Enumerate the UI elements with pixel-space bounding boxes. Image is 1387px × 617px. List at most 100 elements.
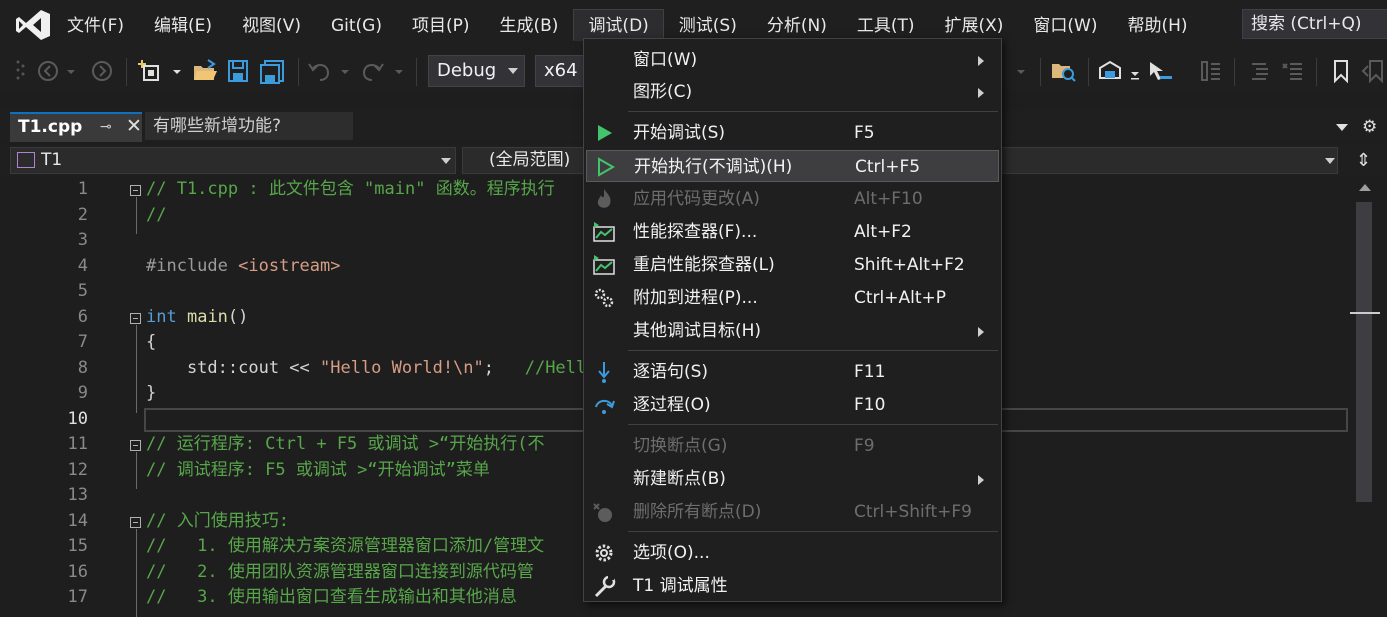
line-number: 6 [77, 306, 88, 327]
menu-item-shortcut: Ctrl+F5 [855, 157, 921, 177]
debug-menu-item: 应用代码更改(A) Alt+F10 [584, 183, 1001, 215]
uncomment-lines-icon[interactable] [1280, 58, 1306, 84]
tab-t1-cpp[interactable]: T1.cpp ⊸ ✕ [10, 112, 142, 142]
menu-item-label: 选项(O)... [633, 543, 710, 563]
debug-menu-item[interactable]: T1 调试属性 [584, 570, 1001, 602]
menu-item-3[interactable]: Git(G) [316, 9, 397, 41]
open-folder-icon[interactable] [192, 58, 218, 84]
menu-item-1[interactable]: 编辑(E) [139, 9, 227, 41]
fold-toggle-icon[interactable] [130, 516, 141, 528]
fold-guide [136, 197, 137, 234]
menu-item-label: T1 调试属性 [633, 576, 728, 596]
profiler-icon [592, 216, 616, 248]
redo-icon[interactable] [360, 58, 386, 84]
tab-whats-new[interactable]: 有哪些新增功能? [145, 112, 353, 140]
chevron-right-icon [978, 475, 984, 485]
undo-icon[interactable] [306, 58, 332, 84]
fold-guide [136, 324, 137, 413]
configuration-combo[interactable]: Debug [428, 55, 525, 87]
window-layout-icon[interactable] [1096, 58, 1124, 84]
code-text: // 3. 使用输出窗口查看生成输出和其他消息 [146, 587, 517, 607]
back-dropdown-icon[interactable] [64, 58, 78, 84]
menu-item-shortcut: F5 [854, 123, 875, 143]
search-box[interactable]: 搜索 (Ctrl+Q) [1242, 9, 1387, 39]
menu-item-label: 性能探查器(F)... [633, 222, 758, 242]
menu-item-label: 逐语句(S) [633, 362, 709, 382]
line-number: 4 [77, 255, 88, 276]
save-icon[interactable] [226, 58, 250, 84]
menu-item-4[interactable]: 项目(P) [397, 9, 485, 41]
gears-icon [592, 282, 616, 314]
bookmark-prev-icon[interactable] [1360, 58, 1387, 84]
editor-margin [10, 176, 38, 610]
list-icon[interactable] [1198, 58, 1224, 84]
wrench-icon [592, 570, 616, 602]
scrollbar-thumb[interactable] [1356, 202, 1372, 502]
select-element-icon[interactable] [1146, 58, 1174, 84]
debug-menu-item[interactable]: 其他调试目标(H) [584, 315, 1001, 347]
debug-menu-item[interactable]: 逐过程(O) F10 [584, 389, 1001, 421]
debug-menu-item[interactable]: 开始执行(不调试)(H) Ctrl+F5 [586, 150, 999, 182]
tab-list-dropdown-icon[interactable] [1336, 124, 1348, 131]
new-project-icon[interactable] [138, 58, 166, 84]
close-icon[interactable]: ✕ [126, 113, 142, 139]
step-over-icon [592, 389, 616, 421]
menu-item-2[interactable]: 视图(V) [227, 9, 316, 41]
menu-item-9[interactable]: 工具(T) [842, 9, 930, 41]
visual-studio-logo-icon [16, 10, 50, 40]
line-number: 15 [67, 536, 88, 556]
code-text: int main() [146, 306, 249, 327]
menu-item-5[interactable]: 生成(B) [485, 9, 574, 41]
menu-item-6[interactable]: 调试(D) [573, 9, 664, 41]
debug-menu-item[interactable]: 逐语句(S) F11 [584, 356, 1001, 388]
new-project-dropdown-icon[interactable] [170, 58, 184, 84]
toolbar-dropdown-icon[interactable] [1014, 58, 1028, 84]
redo-dropdown-icon[interactable] [392, 58, 406, 84]
code-text: // 运行程序: Ctrl + F5 或调试 >“开始执行(不 [146, 434, 545, 454]
code-text: // [146, 204, 167, 225]
line-number: 9 [77, 383, 88, 403]
window-layout-dropdown-icon[interactable] [1128, 58, 1142, 84]
bookmark-icon[interactable] [1328, 58, 1354, 84]
menu-item-11[interactable]: 窗口(W) [1018, 9, 1112, 41]
debug-menu-item[interactable]: 开始调试(S) F5 [584, 117, 1001, 149]
debug-menu-item[interactable]: 图形(C) [584, 76, 1001, 108]
debug-menu-item[interactable]: 附加到进程(P)... Ctrl+Alt+P [584, 282, 1001, 314]
menu-item-label: 图形(C) [633, 82, 693, 102]
menu-separator [628, 531, 998, 532]
debug-menu-item[interactable]: 新建断点(B) [584, 463, 1001, 495]
scrollbar-caret-marker [1350, 312, 1380, 314]
menu-item-label: 新建断点(B) [633, 469, 726, 489]
line-number: 8 [77, 357, 88, 378]
project-scope-combo[interactable]: T1 [10, 147, 456, 174]
menu-item-10[interactable]: 扩展(X) [930, 9, 1019, 41]
chevron-right-icon [978, 56, 984, 66]
debug-menu-item[interactable]: 性能探查器(F)... Alt+F2 [584, 216, 1001, 248]
undo-dropdown-icon[interactable] [338, 58, 352, 84]
platform-value: x64 [544, 60, 578, 81]
fold-toggle-icon[interactable] [130, 312, 141, 324]
back-icon[interactable] [36, 58, 60, 84]
save-all-icon[interactable] [258, 58, 286, 84]
forward-icon[interactable] [90, 58, 114, 84]
fold-toggle-icon[interactable] [130, 440, 141, 451]
debug-menu-item[interactable]: 重启性能探查器(L) Shift+Alt+F2 [584, 249, 1001, 281]
code-text: } [146, 383, 157, 403]
fold-guide [136, 528, 137, 617]
menu-item-12[interactable]: 帮助(H) [1113, 9, 1203, 41]
menu-item-8[interactable]: 分析(N) [752, 9, 842, 41]
menu-item-0[interactable]: 文件(F) [52, 9, 139, 41]
gear-icon[interactable]: ⚙ [1362, 117, 1377, 137]
debug-menu-item[interactable]: 窗口(W) [584, 44, 1001, 76]
debug-menu-item[interactable]: 选项(O)... [584, 537, 1001, 569]
comment-lines-icon[interactable] [1246, 58, 1272, 84]
split-editor-icon[interactable]: ⇕ [1356, 150, 1371, 171]
menu-item-7[interactable]: 测试(S) [664, 9, 752, 41]
code-text: #include <iostream> [146, 255, 341, 276]
pin-icon[interactable]: ⊸ [100, 114, 112, 140]
scroll-up-icon[interactable] [1359, 184, 1371, 191]
menu-item-shortcut: Alt+F10 [854, 189, 923, 209]
find-in-files-icon[interactable] [1050, 58, 1078, 84]
vertical-scrollbar[interactable] [1350, 176, 1380, 610]
fold-toggle-icon[interactable] [130, 185, 141, 196]
